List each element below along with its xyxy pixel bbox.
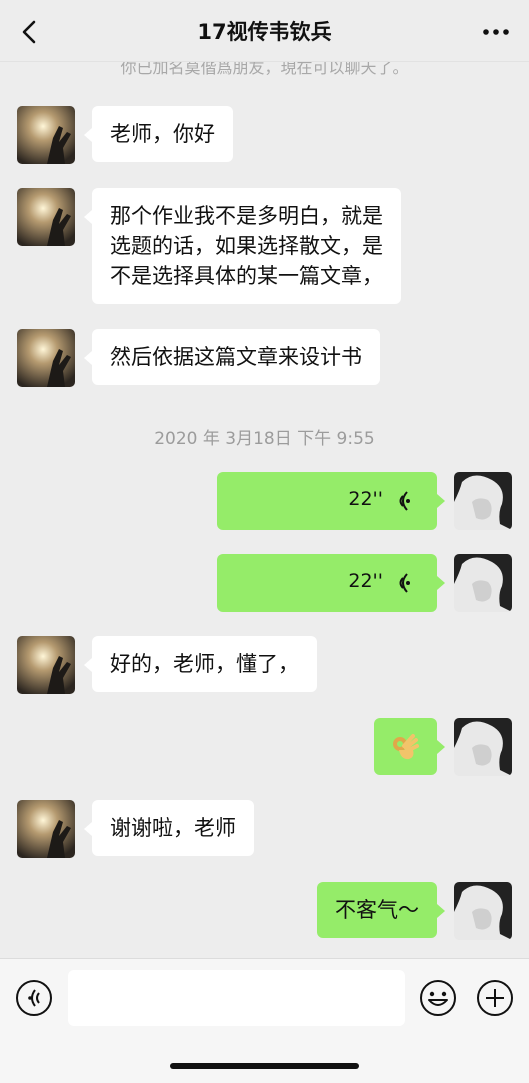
contact-avatar[interactable] — [17, 329, 75, 387]
chat-header: 17视传韦钦兵 — [0, 0, 529, 62]
contact-avatar[interactable] — [17, 636, 75, 694]
my-avatar[interactable] — [454, 472, 512, 530]
smiley-icon[interactable] — [419, 979, 457, 1017]
more-dots-icon[interactable] — [481, 22, 511, 42]
contact-avatar[interactable] — [17, 106, 75, 164]
contact-avatar[interactable] — [17, 188, 75, 246]
message-input[interactable] — [68, 970, 405, 1026]
voice-duration: 22'' — [348, 488, 383, 510]
incoming-message: 好的，老师，懂了， — [84, 636, 317, 692]
plus-circle-icon[interactable] — [476, 979, 514, 1017]
ok-hand-emoji-icon — [393, 734, 419, 760]
voice-message[interactable]: 22'' — [217, 554, 445, 612]
voice-wave-icon — [399, 573, 410, 593]
my-avatar[interactable] — [454, 554, 512, 612]
chat-timestamp: 2020 年 3月18日 下午 9:55 — [154, 429, 375, 449]
voice-mode-icon[interactable] — [15, 979, 53, 1017]
voice-wave-icon — [399, 491, 410, 511]
voice-duration: 22'' — [348, 570, 383, 592]
emoji-message[interactable] — [374, 718, 445, 775]
incoming-message: 那个作业我不是多明白，就是 选题的话，如果选择散文，是 不是选择具体的某一篇文章… — [84, 188, 401, 304]
voice-message[interactable]: 22'' — [217, 472, 445, 530]
chat-title: 17视传韦钦兵 — [197, 20, 332, 44]
outgoing-message: 不客气～ — [317, 882, 445, 938]
incoming-message: 谢谢啦，老师 — [84, 800, 254, 856]
my-avatar[interactable] — [454, 718, 512, 776]
incoming-message: 然后依据这篇文章来设计书 — [84, 329, 380, 385]
incoming-message: 老师，你好 — [84, 106, 233, 162]
home-indicator — [170, 1063, 359, 1069]
contact-avatar[interactable] — [17, 800, 75, 858]
my-avatar[interactable] — [454, 882, 512, 940]
